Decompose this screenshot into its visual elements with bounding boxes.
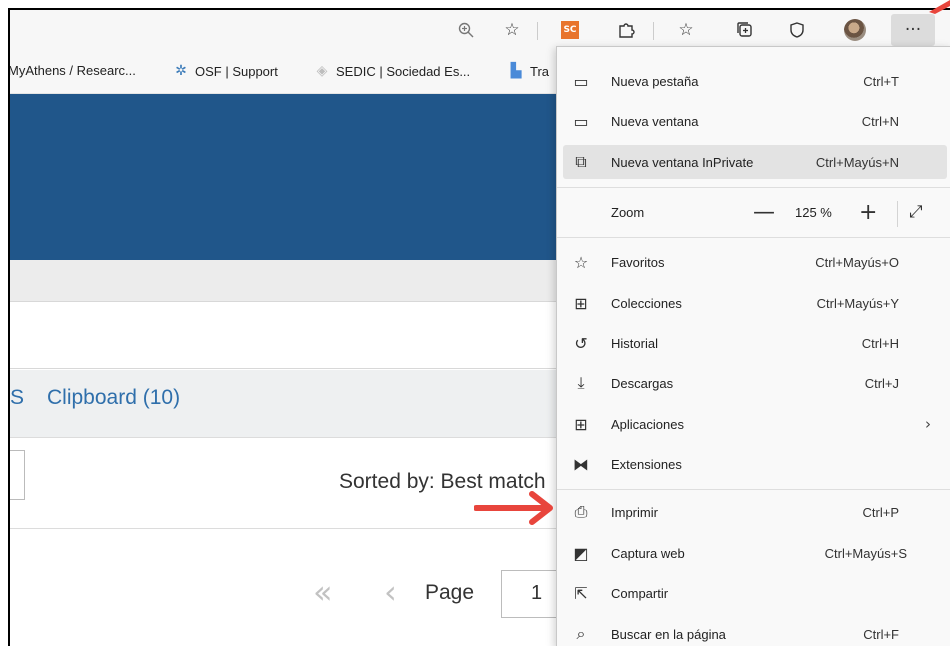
menu-item-label: Nueva ventana InPrivate — [611, 154, 754, 170]
favorite-label: SEDIC | Sociedad Es... — [336, 63, 471, 79]
menu-item-label: Imprimir — [611, 504, 658, 520]
gear-icon: ✲ — [175, 63, 187, 79]
truncated-link[interactable]: S — [10, 386, 24, 410]
fullscreen-icon[interactable]: ⤢ — [909, 202, 923, 222]
menu-item-shortcut: Ctrl+N — [861, 113, 899, 129]
menu-item-new-tab[interactable]: ▭ Nueva pestaña Ctrl+T — [563, 64, 947, 98]
shield-heart-icon[interactable] — [782, 16, 812, 44]
share-icon: ⇱ — [574, 583, 588, 603]
sc-extension-icon: SC — [561, 21, 579, 39]
menu-item-shortcut: Ctrl+Mayús+Y — [816, 295, 899, 311]
settings-more-button[interactable]: ··· — [891, 14, 935, 46]
annotation-arrow-icon — [929, 0, 950, 14]
page-label: Page — [425, 581, 475, 604]
toolbar-divider — [537, 22, 538, 40]
collections-icon: ⊞ — [574, 293, 588, 313]
menu-item-new-window[interactable]: ▭ Nueva ventana Ctrl+N — [563, 104, 947, 138]
menu-item-label: Captura web — [611, 545, 685, 561]
puzzle-icon[interactable] — [611, 16, 641, 44]
find-in-page-icon: ⌕ — [576, 624, 586, 643]
favorite-label: MyAthens / Researc... — [8, 63, 136, 78]
menu-item-history[interactable]: ↺ Historial Ctrl+H — [563, 326, 947, 360]
menu-item-label: Buscar en la página — [611, 626, 726, 642]
new-tab-icon: ▭ — [573, 71, 589, 91]
zoom-label: Zoom — [611, 204, 645, 220]
menu-item-label: Favoritos — [611, 254, 665, 270]
translate-icon: ▙ — [510, 63, 522, 79]
history-icon: ↺ — [574, 333, 588, 353]
menu-divider — [557, 187, 950, 188]
menu-item-shortcut: Ctrl+Mayús+N — [815, 154, 899, 170]
menu-item-label: Nueva pestaña — [611, 73, 699, 89]
menu-item-label: Nueva ventana — [611, 113, 699, 129]
menu-item-inprivate-window[interactable]: ⧉ Nueva ventana InPrivate Ctrl+Mayús+N — [563, 145, 947, 179]
menu-item-shortcut: Ctrl+Mayús+S — [824, 545, 907, 561]
menu-item-label: Extensiones — [611, 456, 682, 472]
menu-item-label: Descargas — [611, 375, 674, 391]
favorite-label: Tra — [530, 63, 550, 79]
favorite-label: OSF | Support — [195, 63, 278, 79]
star-list-icon[interactable]: ☆ — [671, 16, 701, 44]
settings-menu: ▭ Nueva pestaña Ctrl+T ▭ Nueva ventana C… — [556, 46, 950, 646]
menu-item-print[interactable]: ⎙ Imprimir Ctrl+P — [563, 495, 947, 529]
first-page-icon[interactable]: « — [313, 573, 333, 611]
web-capture-icon: ◩ — [573, 543, 589, 563]
menu-item-downloads[interactable]: ⤓ Descargas Ctrl+J — [563, 366, 947, 400]
menu-divider — [557, 237, 950, 238]
more-dots-icon: ··· — [904, 20, 922, 40]
collections-icon[interactable] — [730, 16, 760, 44]
menu-item-shortcut: Ctrl+Mayús+O — [815, 254, 899, 270]
diamond-icon: ◈ — [316, 63, 328, 79]
new-window-icon: ▭ — [573, 111, 589, 131]
favorites-icon: ☆ — [573, 252, 589, 272]
inprivate-window-icon: ⧉ — [575, 152, 587, 171]
menu-item-web-capture[interactable]: ◩ Captura web Ctrl+Mayús+S — [563, 536, 947, 570]
previous-page-icon[interactable]: ‹ — [384, 573, 397, 611]
sc-extension-button[interactable]: SC — [555, 16, 585, 44]
puzzle-icon: ⧓ — [573, 454, 589, 474]
annotation-arrow-icon — [474, 491, 553, 525]
printer-icon: ⎙ — [574, 502, 588, 521]
menu-item-label: Compartir — [611, 585, 669, 601]
favorite-osf-support[interactable]: ✲ OSF | Support — [173, 63, 278, 79]
menu-item-find-in-page[interactable]: ⌕ Buscar en la página Ctrl+F — [563, 617, 947, 646]
menu-item-zoom: Zoom — 125 % + ⤢ — [563, 195, 947, 229]
apps-icon: ⊞ — [574, 414, 588, 434]
clipboard-link[interactable]: Clipboard (10) — [47, 386, 180, 410]
menu-item-shortcut: Ctrl+J — [864, 375, 899, 391]
menu-item-favorites[interactable]: ☆ Favoritos Ctrl+Mayús+O — [563, 245, 947, 279]
chevron-right-icon: › — [925, 415, 931, 433]
browser-screenshot: ☆ SC ☆ ··· MyAthens / Researc... ✲ OSF |… — [8, 8, 950, 646]
menu-divider — [557, 489, 950, 490]
favorite-myathens[interactable]: MyAthens / Researc... — [8, 63, 136, 78]
favorite-sedic[interactable]: ◈ SEDIC | Sociedad Es... — [314, 63, 471, 79]
star-add-icon[interactable]: ☆ — [497, 16, 527, 44]
menu-item-share[interactable]: ⇱ Compartir — [563, 576, 947, 610]
zoom-out-button[interactable]: — — [753, 200, 775, 225]
menu-item-label: Historial — [611, 335, 658, 351]
zoom-in-button[interactable]: + — [859, 200, 877, 225]
zoom-in-magnifier-icon[interactable] — [451, 16, 481, 44]
filter-box[interactable] — [10, 450, 25, 500]
zoom-level: 125 % — [795, 204, 832, 220]
menu-item-shortcut: Ctrl+H — [861, 335, 899, 351]
toolbar-divider — [653, 22, 654, 40]
profile-avatar[interactable] — [840, 16, 870, 44]
menu-item-collections[interactable]: ⊞ Colecciones Ctrl+Mayús+Y — [563, 286, 947, 320]
favorite-translate[interactable]: ▙ Tra — [508, 63, 549, 79]
menu-item-label: Aplicaciones — [611, 416, 684, 432]
menu-item-shortcut: Ctrl+F — [863, 626, 899, 642]
menu-item-label: Colecciones — [611, 295, 682, 311]
menu-item-extensions[interactable]: ⧓ Extensiones — [563, 447, 947, 481]
avatar-photo — [844, 19, 866, 41]
menu-item-shortcut: Ctrl+T — [863, 73, 899, 89]
menu-item-shortcut: Ctrl+P — [862, 504, 899, 520]
browser-toolbar: ☆ SC ☆ ··· — [10, 10, 950, 50]
download-icon: ⤓ — [577, 373, 585, 392]
zoom-divider — [897, 201, 898, 227]
menu-item-apps[interactable]: ⊞ Aplicaciones › — [563, 407, 947, 441]
